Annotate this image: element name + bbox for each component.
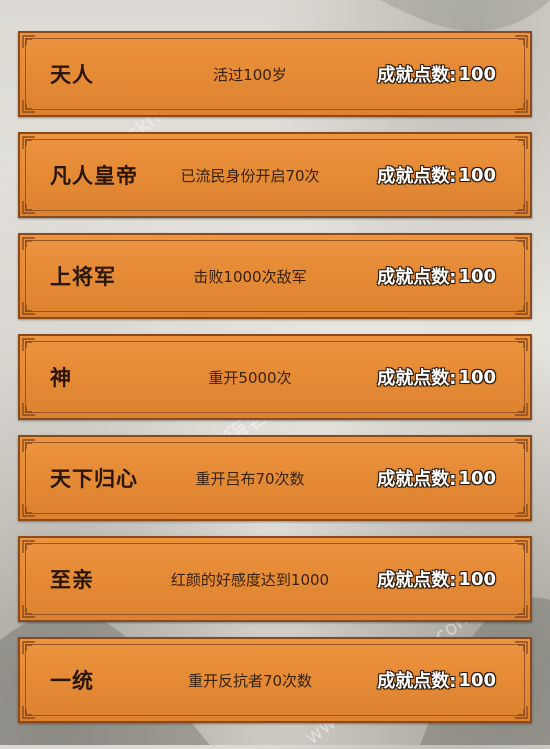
points-label: 成就点数: bbox=[377, 267, 457, 288]
achievement-points: 成就点数: 100 bbox=[377, 336, 496, 418]
corner-ornament-icon bbox=[515, 605, 528, 618]
points-label: 成就点数: bbox=[377, 671, 457, 692]
corner-ornament-icon bbox=[22, 201, 35, 214]
points-label: 成就点数: bbox=[377, 368, 457, 389]
corner-ornament-icon bbox=[22, 403, 35, 416]
corner-ornament-icon bbox=[22, 136, 35, 149]
corner-ornament-icon bbox=[22, 439, 35, 452]
achievement-description: 已流民身份开启70次 bbox=[180, 166, 320, 185]
achievement-card[interactable]: 天下归心 重开吕布70次数 成就点数: 100 bbox=[18, 435, 532, 521]
achievement-title: 至亲 bbox=[50, 568, 94, 592]
achievement-title: 神 bbox=[50, 366, 72, 390]
points-value: 100 bbox=[458, 164, 496, 186]
achievement-card[interactable]: 上将军 击败1000次敌军 成就点数: 100 bbox=[18, 233, 532, 319]
corner-ornament-icon bbox=[515, 403, 528, 416]
corner-ornament-icon bbox=[22, 100, 35, 113]
corner-ornament-icon bbox=[22, 504, 35, 517]
points-value: 100 bbox=[458, 669, 496, 691]
points-label: 成就点数: bbox=[377, 469, 457, 490]
corner-ornament-icon bbox=[515, 136, 528, 149]
corner-ornament-icon bbox=[515, 540, 528, 553]
points-label: 成就点数: bbox=[377, 65, 457, 86]
achievement-description: 活过100岁 bbox=[213, 65, 287, 84]
achievement-title: 天下归心 bbox=[50, 467, 138, 491]
corner-ornament-icon bbox=[22, 302, 35, 315]
achievement-title: 凡人皇帝 bbox=[50, 164, 138, 188]
points-value: 100 bbox=[458, 265, 496, 287]
corner-ornament-icon bbox=[22, 237, 35, 250]
achievement-card[interactable]: 神 重开5000次 成就点数: 100 bbox=[18, 334, 532, 420]
achievement-list: 天人 活过100岁 成就点数: 100 凡人皇帝 已流民身份开启70次 成就点数:… bbox=[0, 0, 550, 745]
corner-ornament-icon bbox=[22, 641, 35, 654]
achievement-card[interactable]: 凡人皇帝 已流民身份开启70次 成就点数: 100 bbox=[18, 132, 532, 218]
achievement-points: 成就点数: 100 bbox=[377, 639, 496, 721]
points-label: 成就点数: bbox=[377, 570, 457, 591]
achievement-card[interactable]: 至亲 红颜的好感度达到1000 成就点数: 100 bbox=[18, 536, 532, 622]
corner-ornament-icon bbox=[515, 237, 528, 250]
achievement-title: 一统 bbox=[50, 669, 94, 693]
corner-ornament-icon bbox=[515, 706, 528, 719]
corner-ornament-icon bbox=[22, 605, 35, 618]
corner-ornament-icon bbox=[515, 504, 528, 517]
achievement-points: 成就点数: 100 bbox=[377, 235, 496, 317]
achievement-description: 红颜的好感度达到1000 bbox=[170, 570, 330, 589]
corner-ornament-icon bbox=[22, 540, 35, 553]
achievement-description: 击败1000次敌军 bbox=[193, 267, 307, 286]
achievement-points: 成就点数: 100 bbox=[377, 33, 496, 115]
corner-ornament-icon bbox=[515, 35, 528, 48]
achievement-points: 成就点数: 100 bbox=[377, 538, 496, 620]
corner-ornament-icon bbox=[22, 338, 35, 351]
corner-ornament-icon bbox=[515, 641, 528, 654]
corner-ornament-icon bbox=[515, 100, 528, 113]
points-value: 100 bbox=[458, 63, 496, 85]
achievement-description: 重开5000次 bbox=[208, 368, 292, 387]
points-value: 100 bbox=[458, 366, 496, 388]
achievement-points: 成就点数: 100 bbox=[377, 437, 496, 519]
achievement-title: 上将军 bbox=[50, 265, 116, 289]
achievement-points: 成就点数: 100 bbox=[377, 134, 496, 216]
achievement-card[interactable]: 天人 活过100岁 成就点数: 100 bbox=[18, 31, 532, 117]
corner-ornament-icon bbox=[515, 302, 528, 315]
points-value: 100 bbox=[458, 568, 496, 590]
achievement-description: 重开反抗者70次数 bbox=[187, 671, 313, 690]
points-value: 100 bbox=[458, 467, 496, 489]
corner-ornament-icon bbox=[515, 338, 528, 351]
corner-ornament-icon bbox=[22, 706, 35, 719]
corner-ornament-icon bbox=[515, 439, 528, 452]
achievement-card[interactable]: 一统 重开反抗者70次数 成就点数: 100 bbox=[18, 637, 532, 723]
points-label: 成就点数: bbox=[377, 166, 457, 187]
corner-ornament-icon bbox=[515, 201, 528, 214]
achievement-description: 重开吕布70次数 bbox=[195, 469, 305, 488]
corner-ornament-icon bbox=[22, 35, 35, 48]
achievement-title: 天人 bbox=[50, 63, 94, 87]
